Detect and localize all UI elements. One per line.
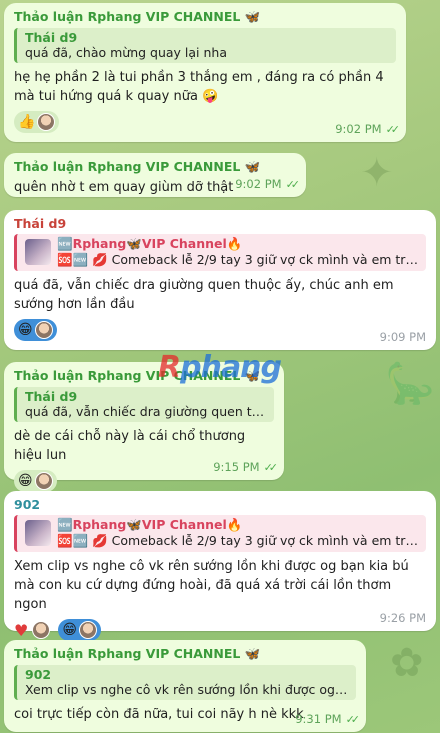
message-time: 9:31 PM <box>295 712 342 726</box>
message-meta: 9:31 PM ✓✓ <box>295 712 361 726</box>
message-meta: 9:02 PM ✓✓ <box>335 122 401 136</box>
forward-line: 🆘🆕 💋 Comeback lễ 2/9 tay 3 giữ vợ ck mìn… <box>57 533 418 548</box>
reaction-pill[interactable]: 😁 <box>14 319 57 341</box>
grin-icon: 😁 <box>18 473 33 489</box>
forward-title: 🆕Rphang🦋VIP Channel🔥 <box>57 236 243 251</box>
avatar <box>34 321 53 339</box>
reaction-pill[interactable]: 😁 <box>14 470 57 492</box>
grin-icon: 😁 <box>62 622 77 638</box>
grin-icon: 😁 <box>18 322 33 338</box>
forwarded-preview[interactable]: 🆕Rphang🦋VIP Channel🔥 🆘🆕 💋 Comeback lễ 2/… <box>14 515 426 552</box>
avatar <box>32 621 51 639</box>
message-sender: Thảo luận Rphang VIP CHANNEL 🦋 <box>14 159 261 174</box>
reply-text: Xem clip vs nghe cô vk rên sướng lồn khi… <box>25 682 348 697</box>
message-time: 9:26 PM <box>379 611 426 625</box>
avatar <box>37 113 56 131</box>
avatar <box>34 472 53 490</box>
message-bubble[interactable]: Thảo luận Rphang VIP CHANNEL 🦋 Thái d9 q… <box>4 3 406 142</box>
message-time: 9:02 PM <box>335 122 382 136</box>
reactions-row[interactable]: 😁 <box>14 319 426 341</box>
reply-author: Thái d9 <box>25 30 78 45</box>
thumbnail-image <box>25 239 51 265</box>
message-sender: Thái d9 <box>14 216 67 231</box>
reply-text: quá đã, vẫn chiếc dra giường quen thu... <box>25 404 266 419</box>
message-time: 9:15 PM <box>213 460 260 474</box>
message-time: 9:09 PM <box>379 330 426 344</box>
message-sender: 902 <box>14 497 41 512</box>
double-check-icon: ✓✓ <box>385 123 401 136</box>
rphang-watermark-logo: Rphang <box>158 350 282 385</box>
message-meta: 9:15 PM ✓✓ <box>213 460 279 474</box>
thumbnail-image <box>25 520 51 546</box>
message-bubble[interactable]: Thảo luận Rphang VIP CHANNEL 🦋 quên nhờ … <box>4 153 306 197</box>
reply-author: 902 <box>25 667 52 682</box>
reply-text: quá đã, chào mừng quay lại nha <box>25 45 228 60</box>
message-text: quá đã, vẫn chiếc dra giường quen thuộc … <box>14 278 394 312</box>
message-time: 9:02 PM <box>235 177 282 191</box>
double-check-icon: ✓✓ <box>345 713 361 726</box>
heart-icon[interactable]: ♥ <box>14 621 28 640</box>
thumbs-up-icon: 👍 <box>18 114 36 130</box>
message-meta: 9:02 PM ✓✓ <box>235 177 301 191</box>
double-check-icon: ✓✓ <box>263 461 279 474</box>
message-meta: 9:09 PM <box>380 330 426 344</box>
reaction-pill[interactable]: 😁 <box>58 619 101 641</box>
double-check-icon: ✓✓ <box>285 178 301 191</box>
message-sender: Thảo luận Rphang VIP CHANNEL 🦋 <box>14 646 261 661</box>
forward-line: 🆘🆕 💋 Comeback lễ 2/9 tay 3 giữ vợ ck mìn… <box>57 252 418 267</box>
message-bubble[interactable]: Thảo luận Rphang VIP CHANNEL 🦋 902 Xem c… <box>4 640 366 732</box>
reply-quote[interactable]: 902 Xem clip vs nghe cô vk rên sướng lồn… <box>14 665 356 700</box>
message-bubble[interactable]: Thái d9 🆕Rphang🦋VIP Channel🔥 🆘🆕 💋 Comeba… <box>4 210 436 350</box>
avatar <box>78 621 97 639</box>
reply-quote[interactable]: Thái d9 quá đã, vẫn chiếc dra giường que… <box>14 387 274 422</box>
message-sender: Thảo luận Rphang VIP CHANNEL 🦋 <box>14 9 261 24</box>
reaction-pill[interactable]: 👍 <box>14 111 60 133</box>
message-meta: 9:26 PM <box>380 611 426 625</box>
message-bubble[interactable]: 902 🆕Rphang🦋VIP Channel🔥 🆘🆕 💋 Comeback l… <box>4 491 436 641</box>
forwarded-preview[interactable]: 🆕Rphang🦋VIP Channel🔥 🆘🆕 💋 Comeback lễ 2/… <box>14 234 426 271</box>
reply-author: Thái d9 <box>25 389 78 404</box>
reactions-row[interactable]: ♥ 😁 <box>14 619 426 641</box>
message-text: hẹ hẹ phần 2 là tui phần 3 thắng em , đá… <box>14 70 384 104</box>
message-text: Xem clip vs nghe cô vk rên sướng lồn khi… <box>14 559 409 612</box>
forward-title: 🆕Rphang🦋VIP Channel🔥 <box>57 517 243 532</box>
reply-quote[interactable]: Thái d9 quá đã, chào mừng quay lại nha <box>14 28 396 63</box>
